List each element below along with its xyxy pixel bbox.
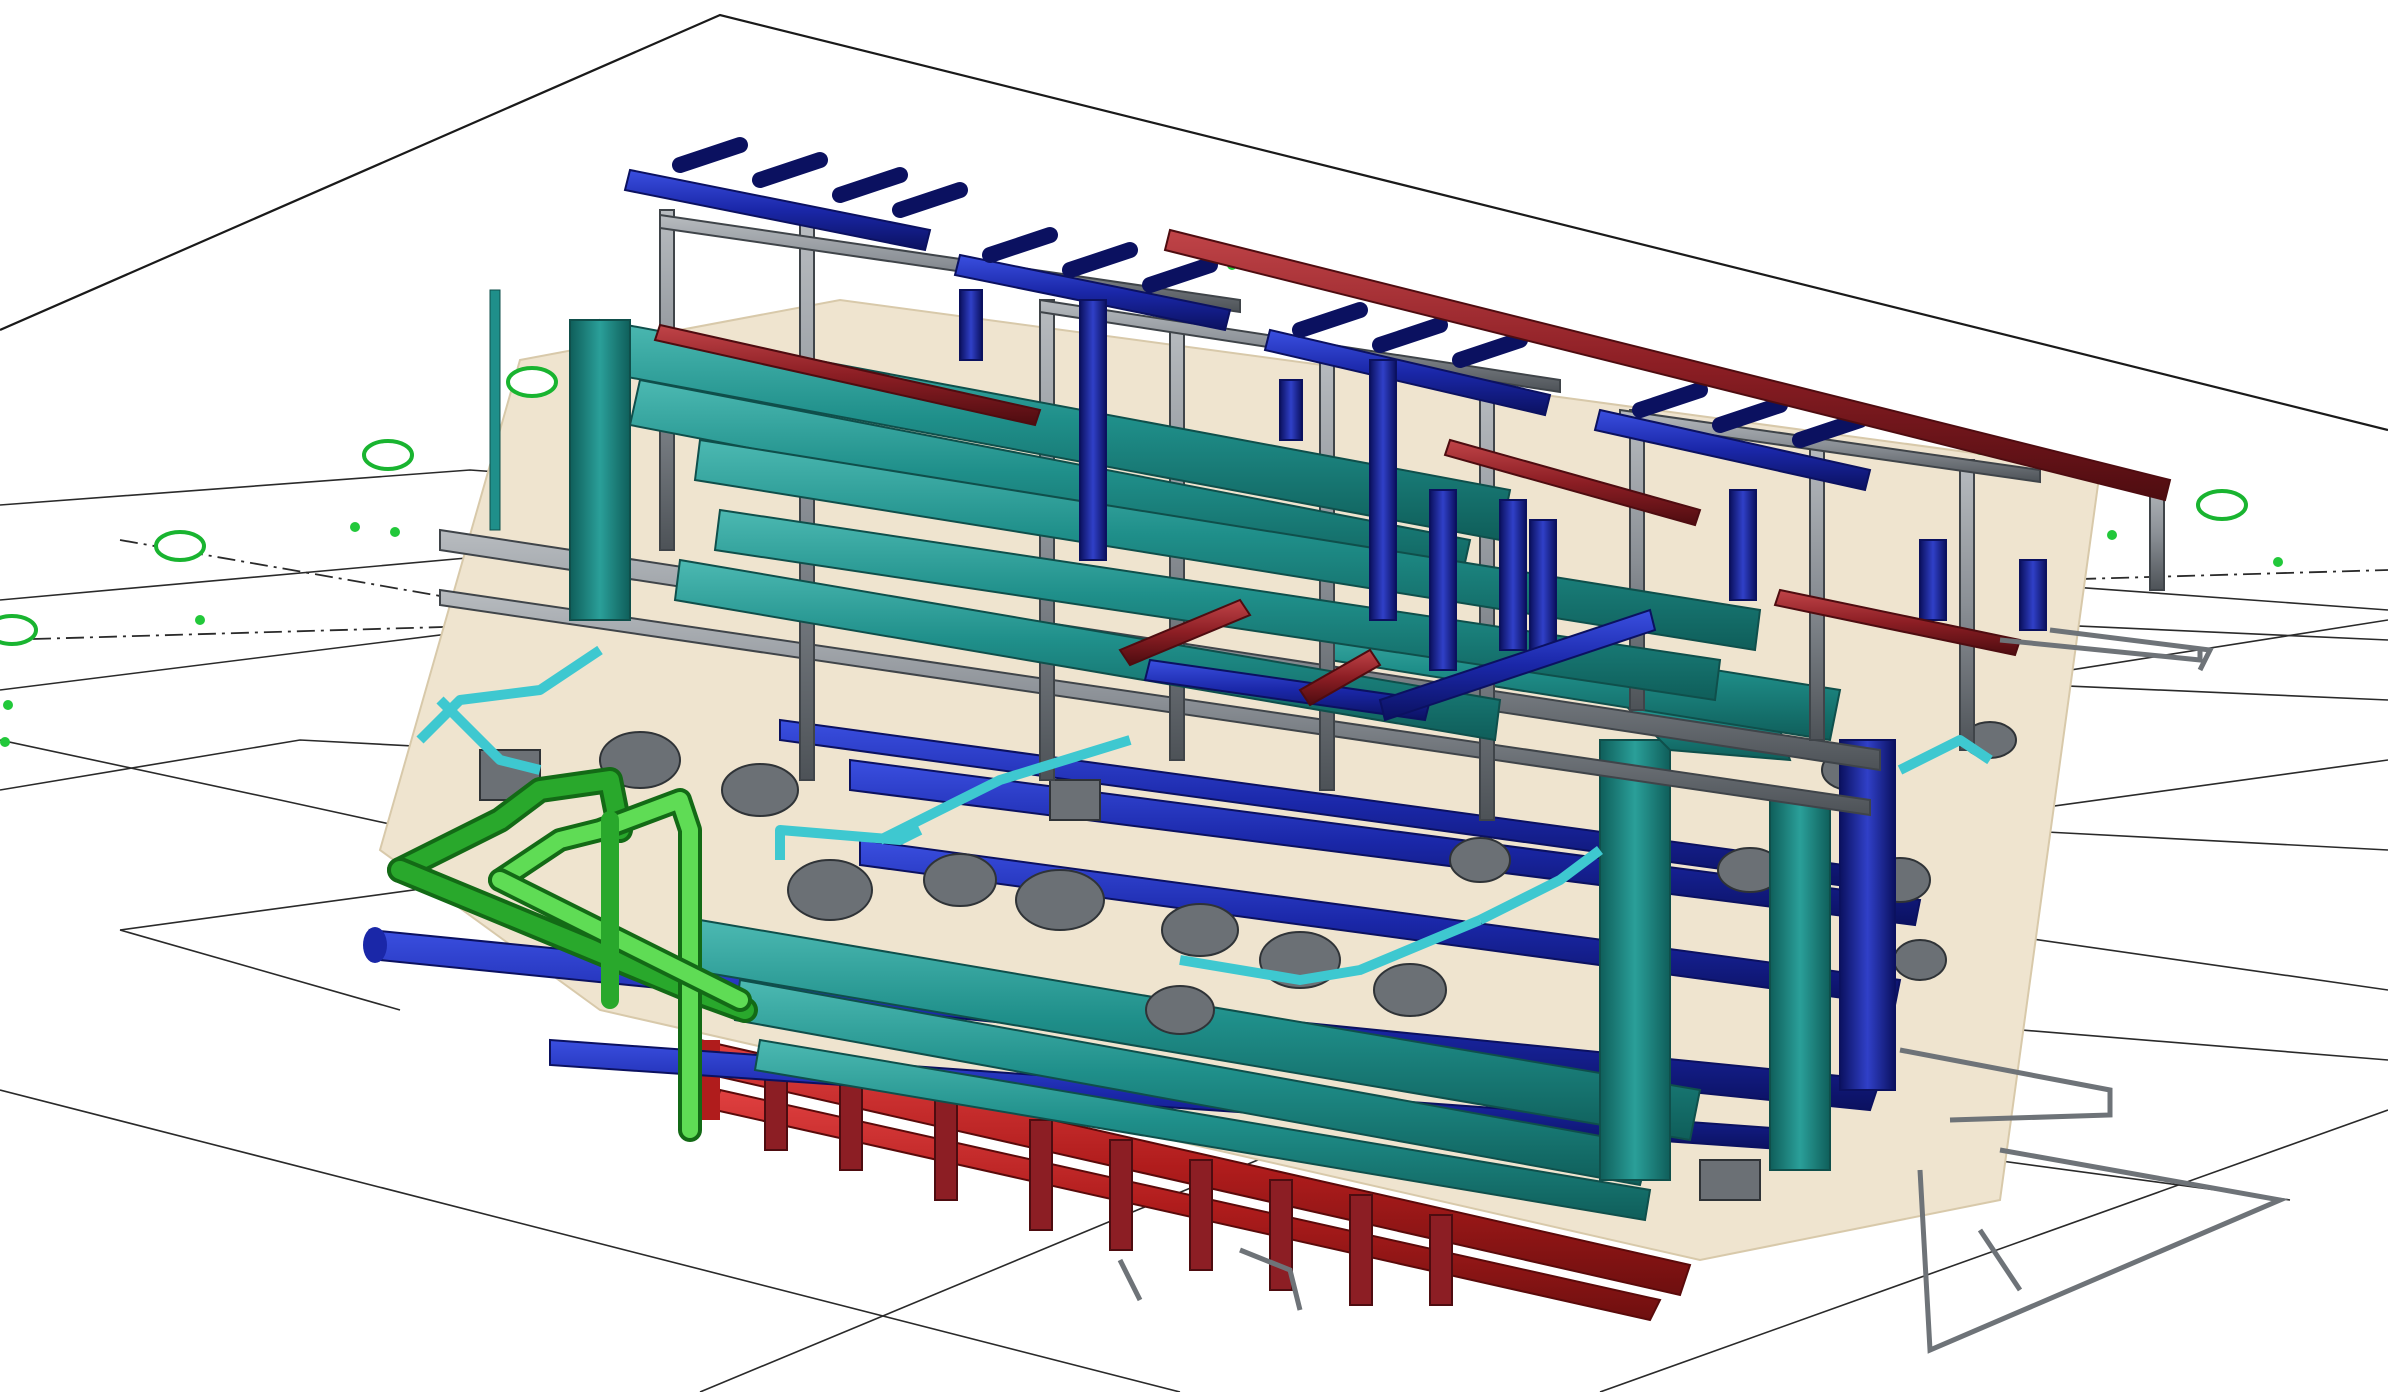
grid-bubble-icon [506, 366, 558, 398]
grid-bubble-icon [154, 530, 206, 562]
grid-bubble-icon [0, 614, 38, 646]
model-viewport[interactable] [0, 0, 2388, 1392]
grid-bubble-icon [2196, 489, 2248, 521]
piping-3d-model [0, 13, 2388, 1392]
grid-bubble-icon [362, 439, 414, 471]
